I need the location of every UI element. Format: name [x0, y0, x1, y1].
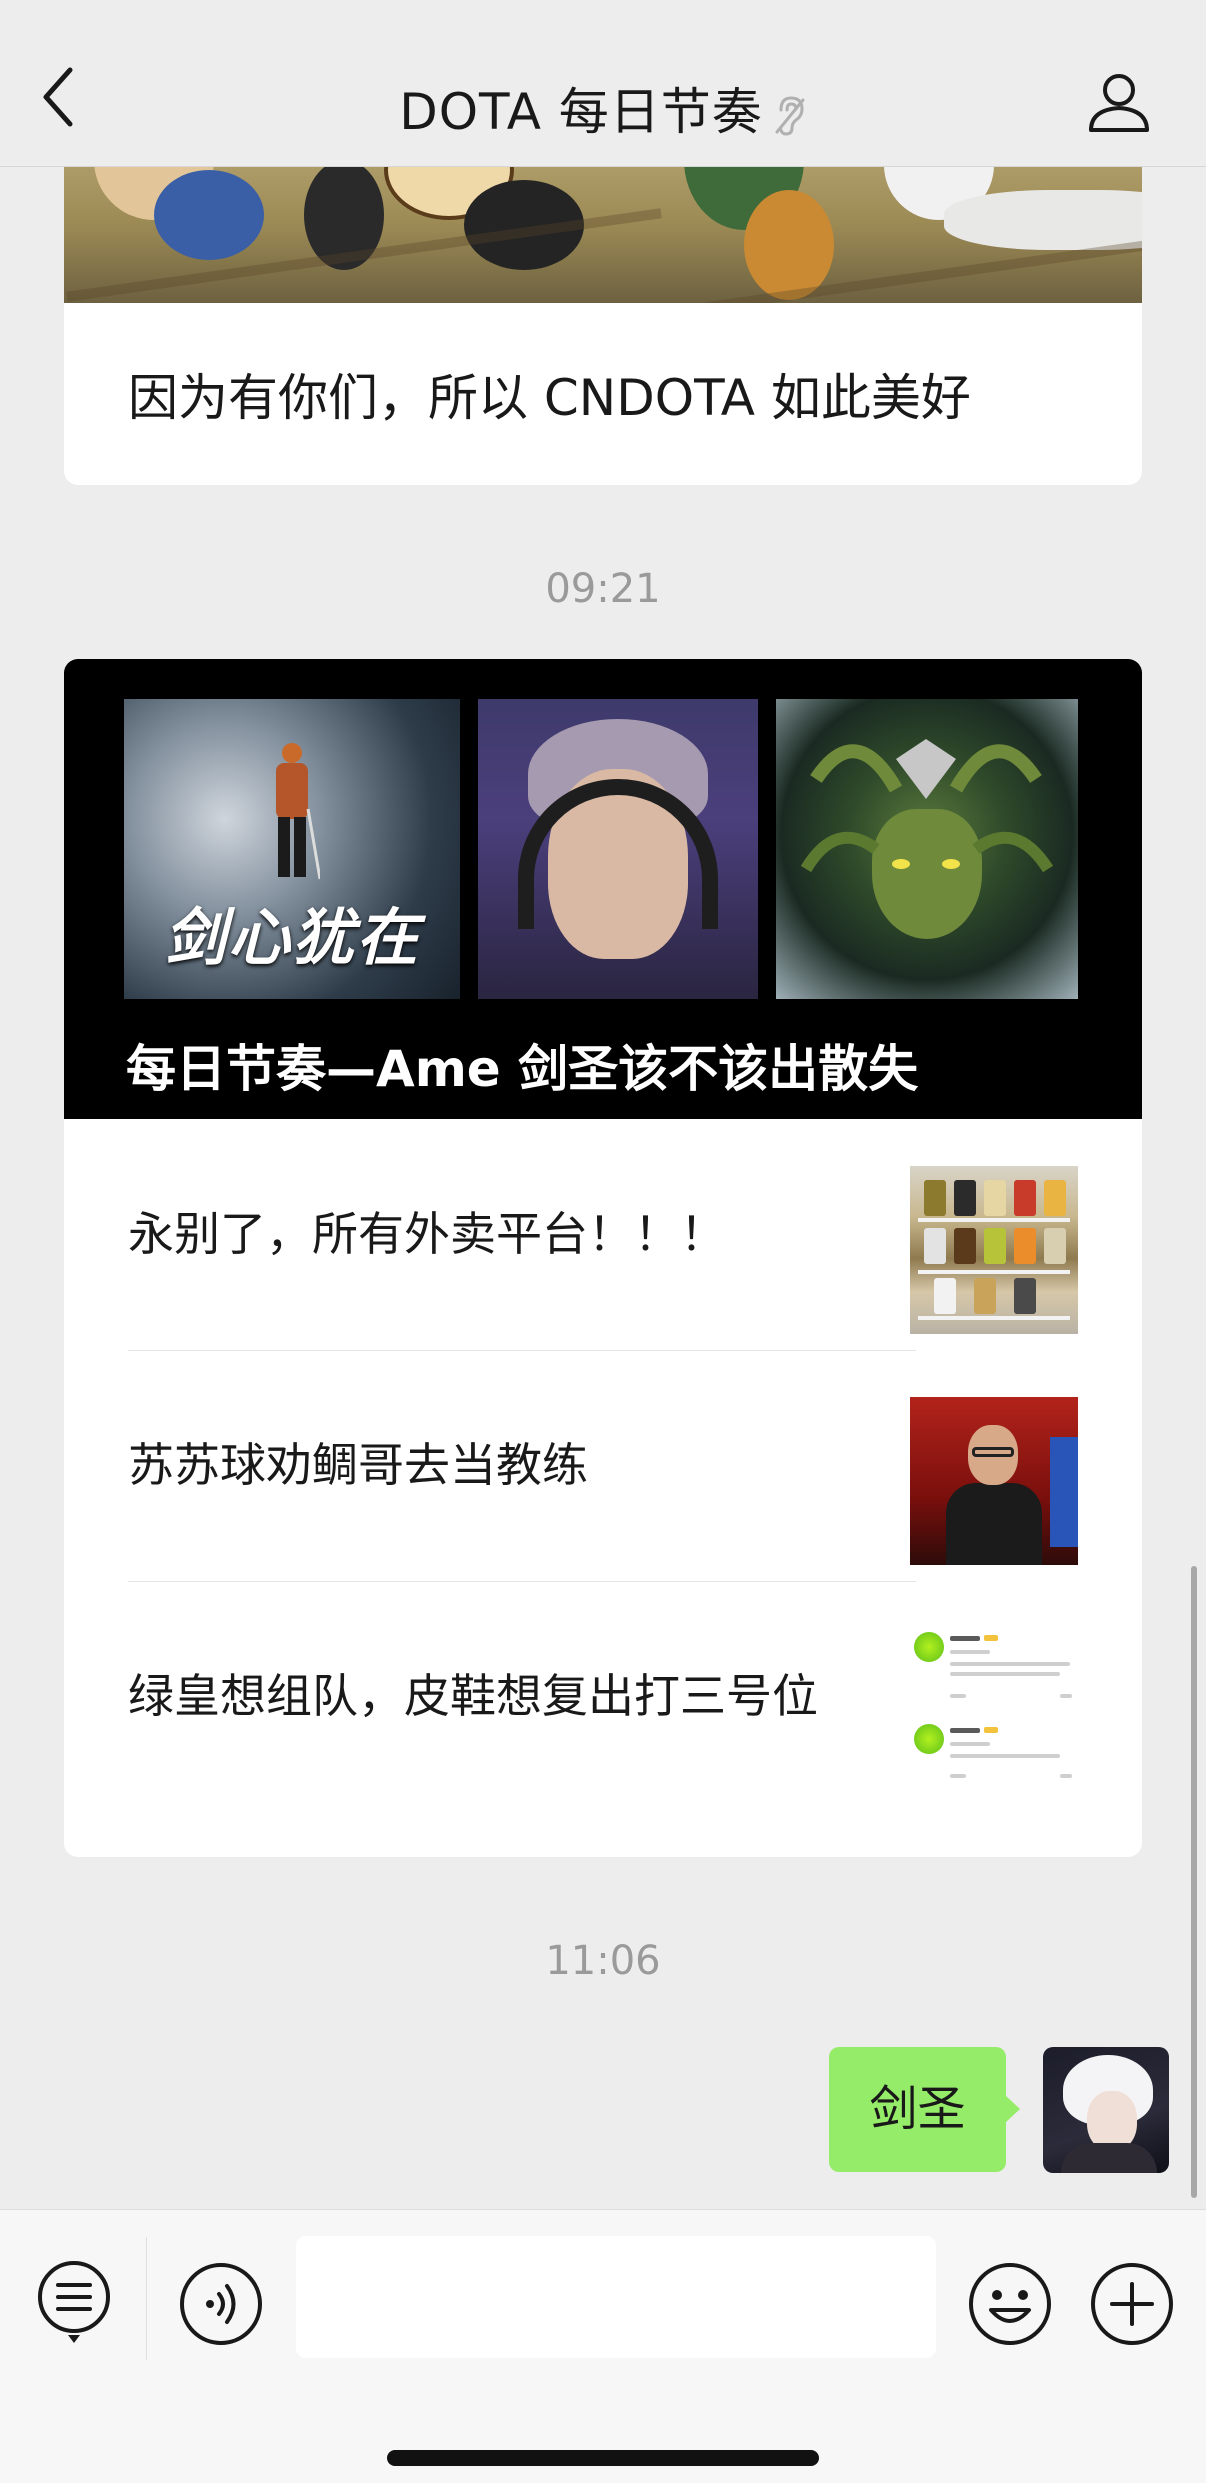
voice-input-button[interactable] — [177, 2260, 265, 2348]
chat-screen: 因为有你们，所以 CNDOTA 如此美好 09:21 剑心犹在 每日节奏—Ame… — [0, 0, 1206, 2483]
home-indicator[interactable] — [387, 2450, 819, 2466]
chat-info-button[interactable] — [1086, 68, 1152, 134]
emoji-icon — [969, 2263, 1051, 2345]
sent-message-bubble[interactable]: 剑圣 — [829, 2047, 1020, 2172]
hero-image-caption: 剑心犹在 — [164, 901, 421, 974]
ear-off-icon — [775, 95, 805, 136]
emoji-button[interactable] — [966, 2260, 1054, 2348]
article-list-item[interactable]: 绿皇想组队，皮鞋想复出打三号位 — [64, 1581, 1142, 1812]
scrollbar[interactable] — [1191, 1566, 1197, 2198]
hero-image-medusa — [776, 699, 1078, 999]
voice-icon — [180, 2263, 262, 2345]
plus-icon — [1091, 2263, 1173, 2345]
article-thumbnail — [910, 1628, 1078, 1796]
article-title: 因为有你们，所以 CNDOTA 如此美好 — [128, 369, 971, 427]
chat-header: DOTA 每日节奏 — [0, 0, 1206, 167]
article-thumbnail — [910, 1397, 1078, 1565]
message-text-input[interactable] — [296, 2236, 936, 2358]
menu-list-icon — [38, 2261, 110, 2343]
article-list-item-title: 绿皇想组队，皮鞋想复出打三号位 — [128, 1669, 818, 1723]
featured-article-title: 每日节奏—Ame 剑圣该不该出散失 — [126, 1040, 919, 1098]
article-list-item-title: 永别了，所有外卖平台！！！ — [128, 1207, 726, 1261]
article-list-card: 剑心犹在 每日节奏—Ame 剑圣该不该出散失 永别了，所有外卖平台！！！ 苏苏球… — [64, 659, 1142, 1857]
chat-name: DOTA 每日节奏 — [399, 83, 763, 141]
menu-toggle-button[interactable] — [34, 2259, 114, 2345]
divider — [146, 2237, 147, 2360]
page-title: DOTA 每日节奏 — [0, 72, 1206, 144]
message-input-bar — [0, 2209, 1206, 2483]
person-icon — [1089, 74, 1149, 132]
article-list-item[interactable]: 永别了，所有外卖平台！！！ — [64, 1119, 1142, 1350]
hero-image-player — [478, 699, 758, 999]
article-list-item-title: 苏苏球劝鲷哥去当教练 — [128, 1438, 588, 1492]
message-timestamp: 11:06 — [545, 1938, 661, 1984]
more-actions-button[interactable] — [1088, 2260, 1176, 2348]
hero-image-swordsman: 剑心犹在 — [124, 699, 460, 999]
featured-article[interactable]: 剑心犹在 每日节奏—Ame 剑圣该不该出散失 — [64, 659, 1142, 1119]
article-thumbnail — [910, 1166, 1078, 1334]
article-card[interactable]: 因为有你们，所以 CNDOTA 如此美好 — [64, 130, 1142, 485]
message-timestamp: 09:21 — [545, 566, 661, 612]
avatar[interactable] — [1043, 2047, 1169, 2173]
article-list-item[interactable]: 苏苏球劝鲷哥去当教练 — [64, 1350, 1142, 1581]
